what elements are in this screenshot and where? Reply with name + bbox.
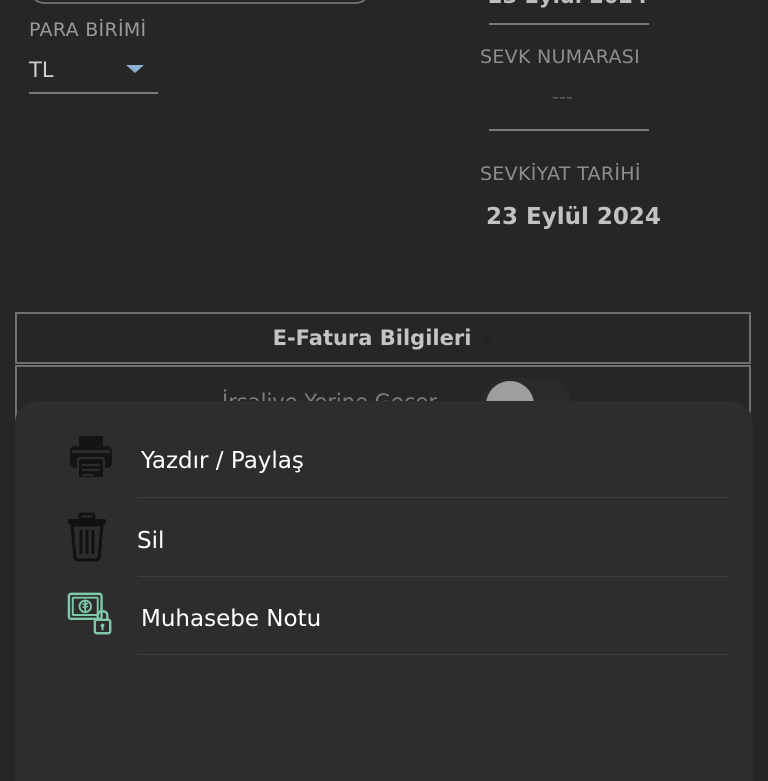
action-delete[interactable]: Sil <box>15 497 753 575</box>
action-print-share-label: Yazdır / Paylaş <box>141 448 304 474</box>
printer-icon <box>67 433 115 481</box>
currency-label: PARA BİRİMİ <box>29 19 147 41</box>
chevron-down-icon[interactable] <box>126 65 144 73</box>
efatura-info-label: E-Fatura Bilgileri <box>272 326 472 350</box>
currency-select-value[interactable]: TL <box>29 58 54 82</box>
action-delete-label: Sil <box>137 528 165 554</box>
trash-icon <box>63 512 111 562</box>
shipment-number-label: SEVK NUMARASI <box>480 46 641 68</box>
separator <box>138 654 728 655</box>
action-accounting-note-label: Muhasebe Notu <box>141 606 322 632</box>
shipment-date-label: SEVKİYAT TARİHİ <box>480 163 641 185</box>
chevron-right-icon <box>485 331 494 345</box>
document-date-value[interactable]: 23 Eylül 2024 <box>488 0 648 8</box>
top-input-field[interactable] <box>30 0 370 4</box>
action-sheet: Yazdır / Paylaş Sil Muhasebe Notu <box>15 401 753 781</box>
action-print-share[interactable]: Yazdır / Paylaş <box>15 417 753 495</box>
accounting-note-icon <box>67 591 115 639</box>
currency-underline <box>29 92 158 94</box>
shipment-number-underline <box>489 129 649 131</box>
date-underline <box>489 23 649 25</box>
shipment-number-input[interactable]: --- <box>552 86 573 108</box>
action-accounting-note[interactable]: Muhasebe Notu <box>15 575 753 653</box>
efatura-info-button[interactable]: E-Fatura Bilgileri <box>15 312 751 364</box>
shipment-date-value[interactable]: 23 Eylül 2024 <box>486 204 661 230</box>
